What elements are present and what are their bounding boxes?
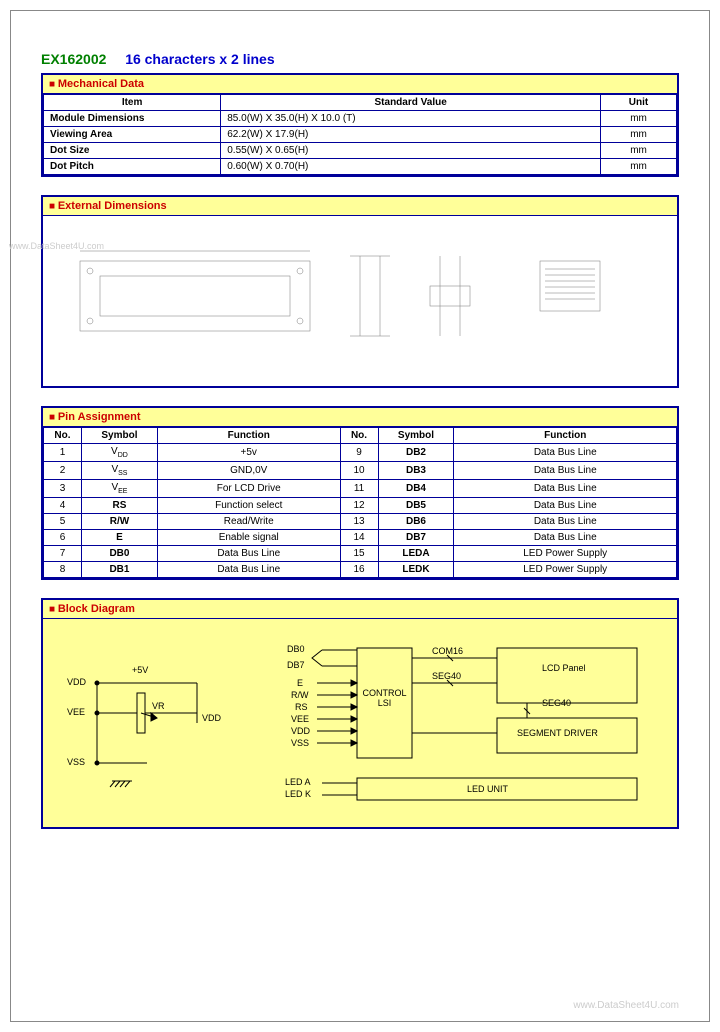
label-rw: R/W [291,690,309,700]
part-description: 16 characters x 2 lines [125,51,274,67]
table-row: 7DB0Data Bus Line15LEDALED Power Supply [44,546,677,562]
pin-symbol: VDD [81,444,157,462]
label-5v: +5V [132,665,148,675]
label-seg40a: SEG40 [432,671,461,681]
system-block-diagram: DB0 DB7 E R/W RS VEE VDD VSS CONTROL LSI… [267,638,647,808]
label-vee: VEE [291,714,309,724]
label-vdd: VDD [291,726,310,736]
table-row: 3VEEFor LCD Drive11DB4Data Bus Line [44,480,677,498]
label-ledunit: LED UNIT [467,784,508,794]
table-row: 1VDD+5v9DB2Data Bus Line [44,444,677,462]
power-circuit-diagram: +5V VDD VEE VSS VR VDD [57,663,237,783]
table-row: Module Dimensions85.0(W) X 35.0(H) X 10.… [44,111,677,127]
datasheet-page: www.DataSheet4U.com EX162002 16 characte… [10,10,710,1022]
block-diagram-body: +5V VDD VEE VSS VR VDD [43,619,677,827]
mechanical-table: Item Standard Value Unit Module Dimensio… [43,94,677,175]
label-rs: RS [295,702,308,712]
label-e: E [297,678,303,688]
label-lcdpanel: LCD Panel [542,663,586,673]
part-number: EX162002 [41,51,106,67]
section-block: ■ Block Diagram [41,598,679,829]
col-unit: Unit [601,95,677,111]
label-leda: LED A [285,777,311,787]
section-header-mechanical: ■ Mechanical Data [43,75,677,94]
col-value: Standard Value [221,95,601,111]
table-row: 2VSSGND,0V10DB3Data Bus Line [44,462,677,480]
table-row: Viewing Area62.2(W) X 17.9(H)mm [44,127,677,143]
section-header-block: ■ Block Diagram [43,600,677,619]
page-title: EX162002 16 characters x 2 lines [41,51,679,67]
section-external: ■ External Dimensions [41,195,679,388]
label-segdriver: SEGMENT DRIVER [517,728,598,738]
label-vdd: VDD [67,677,86,687]
pin-symbol: VEE [81,480,157,498]
dimension-drawing-icon [60,231,660,371]
label-com16: COM16 [432,646,463,656]
section-mechanical: ■ Mechanical Data Item Standard Value Un… [41,73,679,177]
external-dimensions-drawing [43,216,677,386]
section-header-pins: ■ Pin Assignment [43,408,677,427]
table-row: Dot Pitch0.60(W) X 0.70(H)mm [44,159,677,175]
label-vee: VEE [67,707,85,717]
label-control: CONTROL LSI [362,688,407,708]
label-seg40b: SEG40 [542,698,571,708]
section-header-external: ■ External Dimensions [43,197,677,216]
watermark-bottom: www.DataSheet4U.com [573,1000,679,1011]
label-db0: DB0 [287,644,305,654]
table-row: 6EEnable signal14DB7Data Bus Line [44,530,677,546]
watermark-left: www.DataSheet4U.com [9,241,104,251]
label-db7: DB7 [287,660,305,670]
pin-table: No. Symbol Function No. Symbol Function … [43,427,677,578]
table-row: 5R/WRead/Write13DB6Data Bus Line [44,514,677,530]
label-vss: VSS [67,757,85,767]
table-row: 4RSFunction select12DB5Data Bus Line [44,498,677,514]
label-vss: VSS [291,738,309,748]
label-ledk: LED K [285,789,311,799]
table-row: Dot Size0.55(W) X 0.65(H)mm [44,143,677,159]
label-vr: VR [152,701,165,711]
label-vdd2: VDD [202,713,221,723]
section-pins: ■ Pin Assignment No. Symbol Function No.… [41,406,679,580]
pin-symbol: VSS [81,462,157,480]
col-item: Item [44,95,221,111]
table-row: 8DB1Data Bus Line16LEDKLED Power Supply [44,562,677,578]
